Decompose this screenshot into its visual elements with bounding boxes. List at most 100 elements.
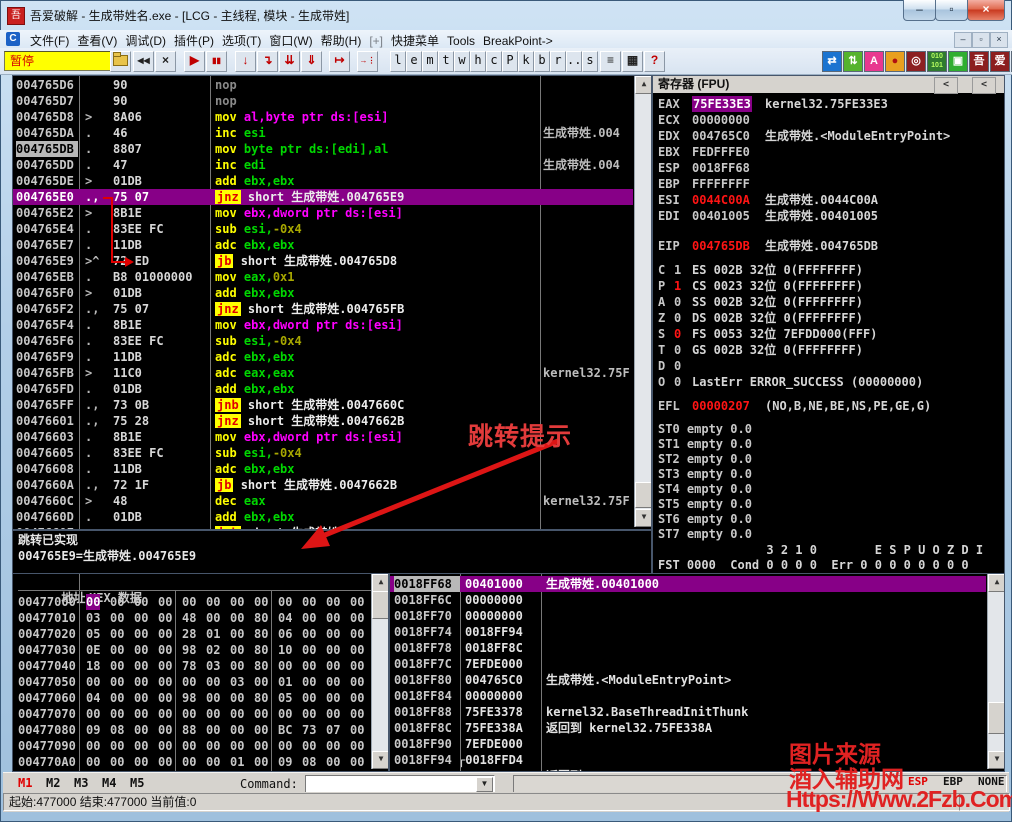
window-green-icon[interactable]: ▣ [948,51,968,72]
stack-row[interactable]: 0018FF8400000000 [390,688,986,704]
dump-row[interactable]: 00477000000000000000000000000000 [13,594,371,610]
register-row-ebx[interactable]: EBXFEDFFFE0 [653,144,983,160]
windows-icon[interactable]: ▦ [622,51,643,72]
letter-button-w[interactable]: w [454,51,470,72]
titlebar[interactable]: 吾 吾爱破解 - 生成带姓名.exe - [LCG - 主线程, 模块 - 生成… [0,0,1012,30]
stack-row[interactable]: 0018FF80004765C0生成带姓.<ModuleEntryPoint> [390,672,986,688]
flag-row-s[interactable]: S 0FS 0053 32位 7EFDD000(FFF) [653,326,983,342]
stack-row[interactable]: 0018FF6C00000000 [390,592,986,608]
flag-row-o[interactable]: O 0LastErr ERROR_SUCCESS (00000000) [653,374,983,390]
register-row-edx[interactable]: EDX004765C0生成带姓.<ModuleEntryPoint> [653,128,983,144]
letter-button-h[interactable]: h [470,51,486,72]
stack-row[interactable]: 0018FF780018FF8C [390,640,986,656]
record-icon[interactable]: ● [885,51,905,72]
register-row-ebp[interactable]: EBPFFFFFFFF [653,176,983,192]
trace-into-icon[interactable]: ⇊ [279,51,300,72]
step-into-icon[interactable]: ↓ [235,51,256,72]
stack-row[interactable]: 0018FF7C7EFDE000 [390,656,986,672]
fpu-row-st2[interactable]: ST2 empty 0.0 [658,451,752,467]
letter-button-l[interactable]: l [390,51,406,72]
memory-tab-m3[interactable]: M3 [74,776,88,790]
dump-row[interactable]: 00477060040000009800008005000000 [13,690,371,706]
fpu-row-st1[interactable]: ST1 empty 0.0 [658,436,752,452]
dump-row[interactable]: 004770A0000000000000010009080000 [13,754,371,770]
dump-row[interactable]: 00477010030000004800008004000000 [13,610,371,626]
registers-pane[interactable]: 寄存器 (FPU) < < EAX75FE33E3kernel32.75FE33… [652,75,1005,575]
pause-icon[interactable]: ▮▮ [206,51,227,72]
dump-row[interactable]: 00477090000000000000000000000000 [13,738,371,754]
flag-row-c[interactable]: C 1ES 002B 32位 0(FFFFFFFF) [653,262,983,278]
register-row-eax[interactable]: EAX75FE33E3kernel32.75FE33E3 [653,96,983,112]
stack-row[interactable]: 0018FF6800401000生成带姓.00401000 [390,576,986,592]
flag-row-p[interactable]: P 1CS 0023 32位 0(FFFFFFFF) [653,278,983,294]
flag-row-a[interactable]: A 0SS 002B 32位 0(FFFFFFFF) [653,294,983,310]
dump-scrollbar[interactable]: ▲ ▼ [371,574,388,769]
wu-icon[interactable]: 吾 [969,51,989,72]
disasm-scrollbar[interactable]: ▲ ▼ [634,76,651,527]
close-x-icon[interactable]: × [155,51,176,72]
dump-row[interactable]: 00477070000000000000000000000000 [13,706,371,722]
letter-button-k[interactable]: k [518,51,534,72]
letter-button-b[interactable]: b [534,51,550,72]
ai-icon[interactable]: 爱 [990,51,1010,72]
stack-row[interactable]: 0018FF907EFDE000 [390,736,986,752]
dump-row[interactable]: 00477040180000007803008000000000 [13,658,371,674]
dump-row[interactable]: 004770300E0000009802008010000000 [13,642,371,658]
memory-tab-m5[interactable]: M5 [130,776,144,790]
register-row-eip[interactable]: EIP004765DB生成带姓.004765DB [653,238,983,254]
fpu-row-st3[interactable]: ST3 empty 0.0 [658,466,752,482]
fpu-row-st0[interactable]: ST0 empty 0.0 [658,421,752,437]
rewind-icon[interactable]: ◀◀ [133,51,154,72]
stack-row[interactable]: 0018FF8C75FE338A返回到 kernel32.75FE338A [390,720,986,736]
dump-row[interactable]: 00477050000000000000030001000000 [13,674,371,690]
flag-row-t[interactable]: T 0GS 002B 32位 0(FFFFFFFF) [653,342,983,358]
letter-button-s[interactable]: s [582,51,598,72]
registers-prev-button[interactable]: < [934,77,958,94]
flag-row-z[interactable]: Z 0DS 002B 32位 0(FFFFFFFF) [653,310,983,326]
dump-row[interactable]: 00477020050000002801008006000000 [13,626,371,642]
stack-scrollbar[interactable]: ▲ ▼ [987,574,1004,769]
menu-item-tools[interactable]: Tools [443,33,479,49]
list-icon[interactable]: ≡ [600,51,621,72]
mdi-restore-button[interactable]: ▫ [972,32,990,48]
stack-pane[interactable]: 0018FF6800401000生成带姓.004010000018FF6C000… [389,573,1005,772]
efl-row[interactable]: EFL00000207(NO,B,NE,BE,NS,PE,GE,G) [653,398,993,414]
step-over-icon[interactable]: ↴ [257,51,278,72]
dump-row[interactable]: 004770800908000088000000BC730700 [13,722,371,738]
memory-tab-m2[interactable]: M2 [46,776,60,790]
register-row-edi[interactable]: EDI00401005生成带姓.00401005 [653,208,983,224]
binary-icon[interactable]: 010 101 [927,51,947,72]
stack-row[interactable]: 0018FF740018FF94 [390,624,986,640]
memory-tab-m4[interactable]: M4 [102,776,116,790]
updown-icon[interactable]: ⇅ [843,51,863,72]
run-icon[interactable]: ▶ [184,51,205,72]
mdi-close-button[interactable]: × [990,32,1008,48]
command-dropdown-icon[interactable]: ▼ [476,777,493,792]
menu-item-breakpoint[interactable]: BreakPoint-> [479,33,557,49]
letter-button-r[interactable]: r [550,51,566,72]
hex-dump-pane[interactable]: 地址HEX 数据 0047700000000000000000000000000… [12,573,389,772]
stack-row[interactable]: 0018FF8875FE3378kernel32.BaseThreadInitT… [390,704,986,720]
letter-button-P[interactable]: P [502,51,518,72]
target-icon[interactable]: ◎ [906,51,926,72]
restore-button[interactable]: ▫ [935,0,968,21]
trace-over-icon[interactable]: ⇓ [301,51,322,72]
menu-item-[interactable]: [+] [365,33,387,49]
open-file-icon[interactable] [110,51,131,72]
cpu-window-icon[interactable]: C [6,32,20,46]
fpu-row-st6[interactable]: ST6 empty 0.0 [658,511,752,527]
flag-row-d[interactable]: D 0 [653,358,983,374]
register-row-esi[interactable]: ESI0044C00A生成带姓.0044C00A [653,192,983,208]
letter-button-m[interactable]: m [422,51,438,72]
ascii-a-icon[interactable]: A [864,51,884,72]
register-row-esp[interactable]: ESP0018FF68 [653,160,983,176]
fpu-row-st7[interactable]: ST7 empty 0.0 [658,526,752,542]
exec-till-return-icon[interactable]: ↦ [329,51,350,72]
letter-button-c[interactable]: c [486,51,502,72]
help-icon[interactable]: ? [644,51,665,72]
memory-tab-m1[interactable]: M1 [18,776,32,790]
animate-icon[interactable]: →⋮ [357,51,378,72]
command-input[interactable]: ▼ [305,775,495,793]
minimize-button[interactable]: – [903,0,936,21]
registers-next-button[interactable]: < [972,77,996,94]
